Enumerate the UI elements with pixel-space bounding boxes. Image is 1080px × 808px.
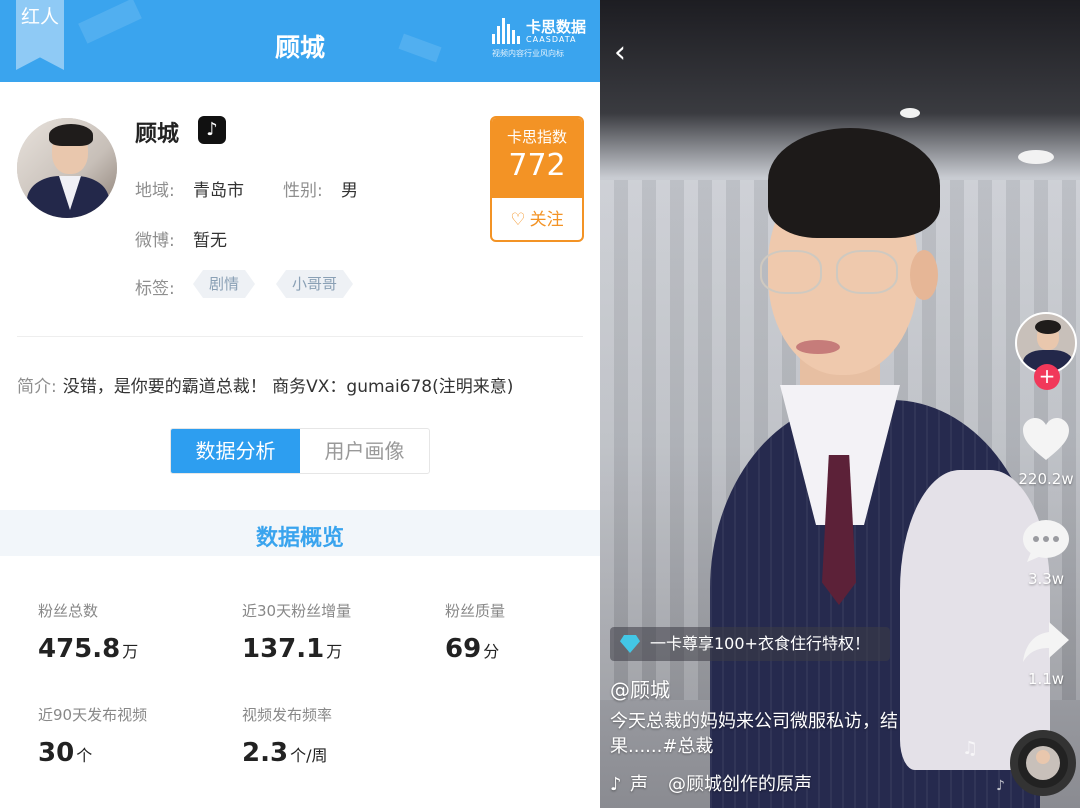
- video-username[interactable]: @顾城: [610, 674, 670, 703]
- stat-value: 69 分: [445, 634, 500, 664]
- tag-item[interactable]: 剧情: [193, 270, 255, 298]
- follow-label: 关注: [529, 210, 564, 230]
- overview-title: 数据概览: [255, 526, 344, 551]
- region-value: 青岛市: [193, 181, 244, 201]
- tag-item[interactable]: 小哥哥: [276, 270, 353, 298]
- avatar: [17, 118, 117, 218]
- region-label: 地域:: [135, 181, 175, 201]
- stat-value: 2.3 个/周: [242, 738, 328, 768]
- tiktok-note-icon: ♪: [610, 774, 622, 795]
- share-arrow-icon[interactable]: [1020, 620, 1072, 668]
- stat-label: 粉丝质量: [445, 602, 506, 620]
- comment-count: 3.3w: [1027, 570, 1065, 588]
- glasses: [760, 250, 822, 294]
- back-chevron-icon[interactable]: ‹: [614, 38, 636, 70]
- intro-text: 没错，是你要的霸道总裁！ 商务VX：gumai678(注明来意): [62, 377, 514, 397]
- stat-value: 30 个: [38, 738, 93, 768]
- person-hair: [768, 128, 940, 238]
- promo-banner[interactable]: 一卡尊享100+衣食住行特权！: [610, 627, 890, 661]
- weibo-label: 微博:: [135, 231, 175, 251]
- music-prefix: 声: [630, 774, 648, 795]
- tags-label: 标签:: [135, 279, 175, 299]
- heart-outline-icon: ♡: [510, 210, 526, 230]
- follow-button[interactable]: ♡ 关注: [492, 198, 582, 240]
- ceiling-light: [900, 108, 920, 118]
- intro-label: 简介:: [17, 377, 57, 397]
- stat-label: 近30天粉丝增量: [242, 602, 352, 620]
- music-disc[interactable]: [1010, 730, 1076, 796]
- intro: 简介: 没错，是你要的霸道总裁！ 商务VX：gumai678(注明来意): [17, 372, 513, 397]
- stat-label: 视频发布频率: [242, 706, 333, 724]
- music-note-icon: ♪: [996, 778, 1005, 794]
- tab-bar: 数据分析 用户画像: [170, 428, 430, 474]
- stat-value: 475.8 万: [38, 634, 139, 664]
- divider: [17, 336, 583, 337]
- person-ear: [910, 250, 938, 300]
- header-bar: 红人 顾城 卡思数据 CAASDATA 视频内容行业风向标: [0, 0, 600, 82]
- video-description: 今天总裁的妈妈来公司微服私访，结果......#总裁: [610, 711, 898, 757]
- profile-name: 顾城: [135, 122, 180, 147]
- brand-subtitle: 视频内容行业风向标: [492, 49, 564, 58]
- music-text: @顾城创作的原声: [668, 774, 812, 795]
- score-card: 卡思指数 772 ♡ 关注: [490, 116, 584, 242]
- profile-panel: 红人 顾城 卡思数据 CAASDATA 视频内容行业风向标 顾城 ♪ 地域: 青…: [0, 0, 600, 808]
- gender-value: 男: [341, 181, 358, 201]
- brand-bars-icon: [492, 16, 522, 44]
- diamond-icon: [620, 635, 640, 653]
- comment-bubble-icon[interactable]: [1020, 518, 1072, 568]
- stat-value: 137.1 万: [242, 634, 343, 664]
- score-value: 772: [508, 148, 566, 183]
- brand-name: 卡思数据: [526, 18, 587, 36]
- brand-en: CAASDATA: [526, 35, 577, 44]
- like-count: 220.2w: [1018, 470, 1074, 488]
- share-count: 1.1w: [1027, 670, 1065, 688]
- weibo-value: 暂无: [193, 231, 227, 251]
- stat-label: 近90天发布视频: [38, 706, 148, 724]
- tab-data-analysis[interactable]: 数据分析: [171, 429, 300, 473]
- score-title: 卡思指数: [506, 128, 567, 146]
- glasses: [836, 250, 898, 294]
- follow-plus-icon[interactable]: +: [1034, 364, 1060, 390]
- tiktok-icon: ♪: [198, 116, 226, 144]
- music-info[interactable]: ♪ 声 @顾城创作的原声: [610, 770, 812, 796]
- gender-label: 性别:: [283, 181, 323, 201]
- lips: [796, 340, 840, 354]
- like-heart-icon[interactable]: [1020, 416, 1072, 466]
- promo-text: 一卡尊享100+衣食住行特权！: [650, 634, 870, 653]
- music-note-icon: ♫: [962, 738, 979, 759]
- tab-user-portrait[interactable]: 用户画像: [300, 429, 429, 473]
- ceiling-light: [1018, 150, 1054, 164]
- stat-label: 粉丝总数: [38, 602, 99, 620]
